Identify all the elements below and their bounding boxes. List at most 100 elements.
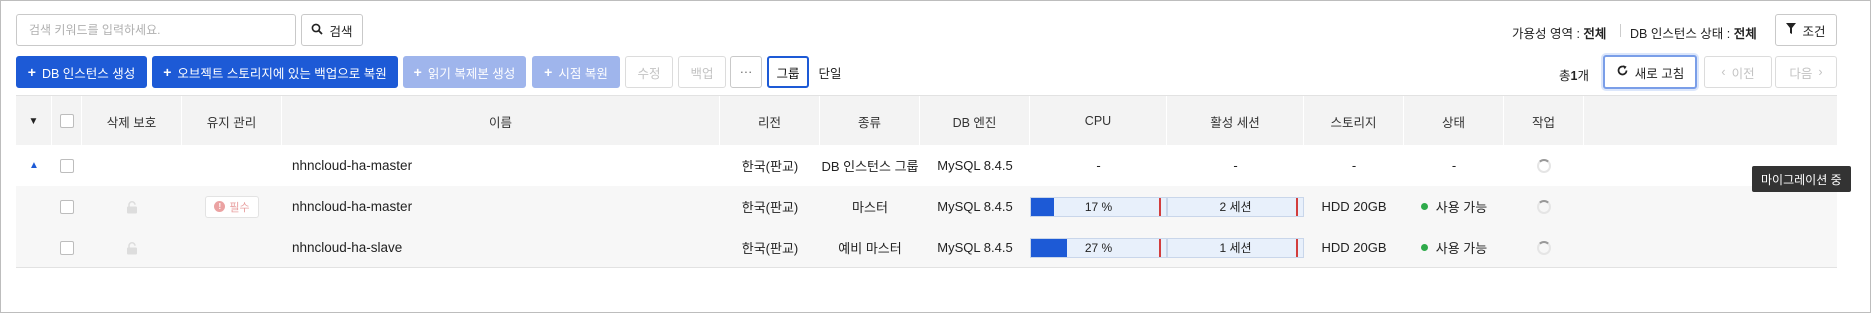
cpu-usage-bar: 17 % bbox=[1030, 196, 1167, 217]
cpu-usage-text: 27 % bbox=[1084, 240, 1113, 255]
migration-tooltip: 마이그레이션 중 bbox=[1752, 166, 1851, 192]
caret-down-icon: ▼ bbox=[28, 115, 39, 127]
create-instance-button[interactable]: + DB 인스턴스 생성 bbox=[16, 56, 147, 88]
cpu: - bbox=[1096, 158, 1101, 173]
col-type[interactable]: 종류 bbox=[820, 96, 920, 146]
view-single-label: 단일 bbox=[818, 66, 842, 81]
point-in-time-restore-button[interactable]: + 시점 복원 bbox=[532, 56, 620, 88]
col-status[interactable]: 상태 bbox=[1404, 96, 1504, 146]
row-checkbox[interactable] bbox=[60, 240, 74, 255]
table-row[interactable]: ▲ nhncloud-ha-master 한국(판교) DB 인스턴스 그룹 M… bbox=[16, 145, 1837, 186]
search-input[interactable] bbox=[16, 14, 296, 46]
db-engine: MySQL 8.4.5 bbox=[937, 240, 1013, 255]
status-cell: 사용 가능 bbox=[1404, 227, 1504, 268]
table-row[interactable]: ! 필수 nhncloud-ha-master 한국(판교) 마스터 MySQL … bbox=[16, 186, 1837, 227]
total-suffix: 개 bbox=[1577, 69, 1589, 83]
next-label: 다음 bbox=[1789, 66, 1813, 81]
sessions-cell: 2 세션 bbox=[1167, 186, 1304, 227]
delete-protection-cell bbox=[82, 186, 182, 227]
loading-spinner-icon bbox=[1537, 158, 1551, 173]
chevron-right-icon: › bbox=[1818, 65, 1823, 79]
create-read-replica-label: 읽기 복제본 생성 bbox=[427, 66, 516, 81]
more-button[interactable]: ··· bbox=[730, 56, 762, 88]
point-in-time-restore-label: 시점 복원 bbox=[558, 66, 608, 81]
storage: HDD 20GB bbox=[1321, 240, 1387, 255]
expand-all-toggle[interactable]: ▼ bbox=[16, 96, 52, 146]
availability-filter: 가용성 영역 : 전체 bbox=[1512, 23, 1606, 42]
state-filter: DB 인스턴스 상태 : 전체 bbox=[1630, 23, 1757, 42]
col-active-sessions[interactable]: 활성 세션 bbox=[1167, 96, 1304, 146]
row-checkbox-cell[interactable] bbox=[52, 227, 82, 268]
row-checkbox[interactable] bbox=[60, 158, 74, 173]
col-cpu[interactable]: CPU bbox=[1030, 96, 1167, 146]
region: 한국(판교) bbox=[741, 159, 799, 174]
instance-name[interactable]: nhncloud-ha-slave bbox=[282, 227, 720, 268]
state-label: DB 인스턴스 상태 : bbox=[1630, 27, 1731, 41]
total-count: 총1개 bbox=[1559, 65, 1589, 84]
table-row[interactable]: nhncloud-ha-slave 한국(판교) 예비 마스터 MySQL 8.… bbox=[16, 227, 1837, 268]
col-delete-protection[interactable]: 삭제 보호 bbox=[82, 96, 182, 146]
view-group-label: 그룹 bbox=[776, 66, 800, 81]
cpu-cell: 27 % bbox=[1030, 227, 1167, 268]
type: 예비 마스터 bbox=[838, 241, 902, 256]
caret-up-icon: ▲ bbox=[29, 160, 39, 171]
cpu-usage-bar: 27 % bbox=[1030, 237, 1167, 258]
prev-page-button[interactable]: ‹ 이전 bbox=[1704, 56, 1772, 88]
col-maintenance[interactable]: 유지 관리 bbox=[182, 96, 282, 146]
view-single-toggle[interactable]: 단일 bbox=[809, 56, 851, 88]
total-prefix: 총 bbox=[1559, 69, 1571, 83]
status: 사용 가능 bbox=[1435, 241, 1488, 256]
storage: HDD 20GB bbox=[1321, 199, 1387, 214]
status: 사용 가능 bbox=[1435, 200, 1488, 215]
loading-spinner-icon bbox=[1537, 199, 1551, 214]
create-instance-label: DB 인스턴스 생성 bbox=[41, 66, 136, 81]
status-ok-icon bbox=[1420, 244, 1428, 251]
lock-icon bbox=[126, 200, 138, 213]
availability-value: 전체 bbox=[1583, 27, 1607, 41]
action-cell[interactable] bbox=[1504, 145, 1584, 186]
restore-from-object-storage-button[interactable]: + 오브젝트 스토리지에 있는 백업으로 복원 bbox=[152, 56, 398, 88]
search-icon bbox=[311, 23, 324, 38]
col-db-engine[interactable]: DB 엔진 bbox=[920, 96, 1030, 146]
refresh-button[interactable]: 새로 고침 bbox=[1603, 55, 1697, 89]
db-engine: MySQL 8.4.5 bbox=[937, 158, 1013, 173]
view-group-toggle[interactable]: 그룹 bbox=[767, 56, 809, 88]
col-actions[interactable]: 작업 bbox=[1504, 96, 1584, 146]
chevron-left-icon: ‹ bbox=[1721, 65, 1726, 79]
action-cell[interactable] bbox=[1504, 186, 1584, 227]
row-checkbox[interactable] bbox=[60, 199, 74, 214]
maintenance-required-badge[interactable]: ! 필수 bbox=[205, 195, 259, 218]
region: 한국(판교) bbox=[741, 200, 799, 215]
next-page-button[interactable]: 다음 › bbox=[1775, 56, 1837, 88]
search-button-label: 검색 bbox=[329, 24, 353, 39]
row-checkbox-cell[interactable] bbox=[52, 186, 82, 227]
refresh-icon bbox=[1616, 64, 1629, 80]
more-label: ··· bbox=[739, 65, 753, 79]
select-all-checkbox-cell[interactable] bbox=[52, 96, 82, 146]
maintenance-label: 필수 bbox=[229, 201, 250, 214]
plus-icon: + bbox=[163, 64, 172, 80]
condition-button[interactable]: 조건 bbox=[1775, 14, 1837, 46]
col-region[interactable]: 리전 bbox=[720, 96, 820, 146]
delete-protection-cell bbox=[82, 227, 182, 268]
backup-button[interactable]: 백업 bbox=[678, 56, 726, 88]
filter-divider bbox=[1620, 24, 1621, 37]
select-all-checkbox[interactable] bbox=[59, 114, 74, 128]
loading-spinner-icon bbox=[1537, 240, 1551, 255]
search-button[interactable]: 검색 bbox=[301, 14, 363, 46]
availability-label: 가용성 영역 : bbox=[1512, 27, 1580, 41]
state-value: 전체 bbox=[1733, 27, 1757, 41]
create-read-replica-button[interactable]: + 읽기 복제본 생성 bbox=[403, 56, 526, 88]
modify-button[interactable]: 수정 bbox=[625, 56, 673, 88]
col-name[interactable]: 이름 bbox=[282, 96, 720, 146]
action-cell[interactable] bbox=[1504, 227, 1584, 268]
col-storage[interactable]: 스토리지 bbox=[1304, 96, 1404, 146]
instance-name[interactable]: nhncloud-ha-master bbox=[282, 186, 720, 227]
instance-name[interactable]: nhncloud-ha-master bbox=[282, 145, 720, 186]
sessions-cell: 1 세션 bbox=[1167, 227, 1304, 268]
row-collapse-toggle[interactable]: ▲ bbox=[16, 145, 52, 186]
row-checkbox-cell[interactable] bbox=[52, 145, 82, 186]
maintenance-cell: ! 필수 bbox=[182, 186, 282, 227]
active-sessions: - bbox=[1233, 158, 1238, 173]
restore-from-object-storage-label: 오브젝트 스토리지에 있는 백업으로 복원 bbox=[177, 66, 387, 81]
